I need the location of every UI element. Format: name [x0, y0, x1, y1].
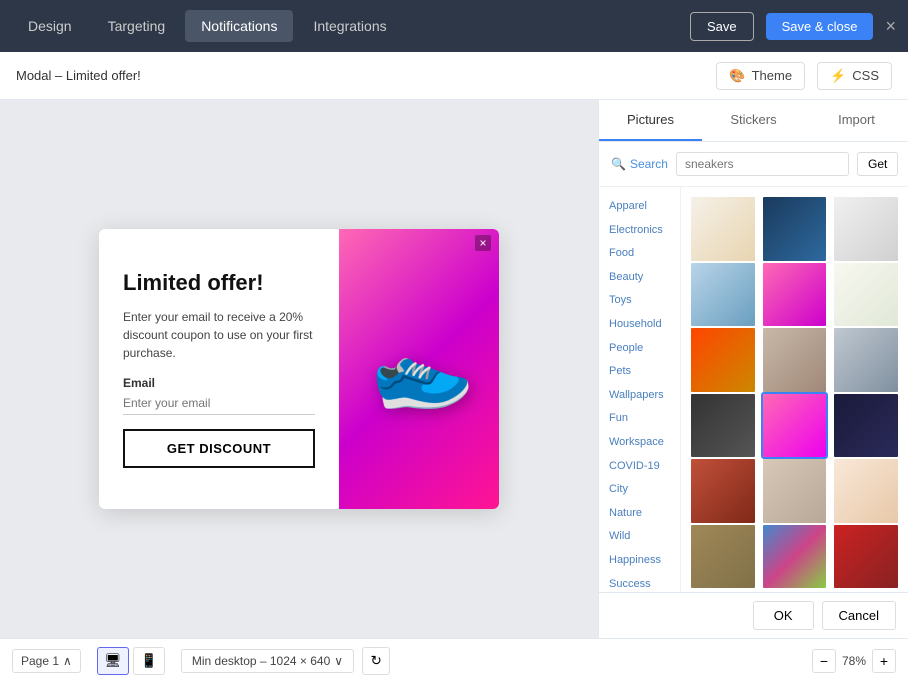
image-cell[interactable] — [689, 326, 757, 394]
search-icon: 🔍 — [611, 157, 626, 171]
categories-list: ApparelElectronicsFoodBeautyToysHousehol… — [599, 187, 681, 592]
nav-tab-notifications[interactable]: Notifications — [185, 10, 293, 42]
zoom-in-button[interactable]: + — [872, 649, 896, 673]
zoom-controls: − 78% + — [812, 649, 896, 673]
image-cell[interactable] — [761, 195, 829, 263]
page-indicator[interactable]: Page 1 ∧ — [12, 649, 81, 673]
nav-tab-integrations[interactable]: Integrations — [297, 10, 402, 42]
modal-title-label: Modal – Limited offer! — [16, 68, 704, 83]
category-item[interactable]: Household — [603, 313, 676, 337]
chevron-up-icon: ∧ — [63, 654, 72, 668]
device-icons: 🖥 📱 — [97, 647, 165, 675]
category-item[interactable]: Beauty — [603, 266, 676, 290]
chevron-down-icon: ∨ — [334, 654, 343, 668]
search-row: 🔍 Search Get — [599, 142, 908, 187]
image-cell[interactable] — [832, 261, 900, 329]
image-cell[interactable] — [761, 261, 829, 329]
category-item[interactable]: COVID-19 — [603, 455, 676, 479]
category-item[interactable]: Food — [603, 242, 676, 266]
category-item[interactable]: Apparel — [603, 195, 676, 219]
close-button[interactable]: × — [885, 16, 896, 37]
tab-stickers[interactable]: Stickers — [702, 100, 805, 141]
mobile-icon: 📱 — [141, 653, 158, 669]
cancel-button[interactable]: Cancel — [822, 601, 896, 630]
search-input[interactable] — [676, 152, 849, 176]
desktop-icon: 🖥 — [104, 653, 121, 669]
image-cell[interactable] — [761, 326, 829, 394]
modal-offer-title: Limited offer! — [123, 270, 315, 296]
rotate-button[interactable]: ↻ — [362, 647, 390, 675]
image-cell[interactable] — [689, 523, 757, 591]
sneaker-image: 👟 — [359, 311, 480, 428]
category-item[interactable]: City — [603, 478, 676, 502]
toolbar: Modal – Limited offer! 🎨 Theme ⚡ CSS — [0, 52, 908, 100]
image-cell[interactable] — [689, 457, 757, 525]
category-item[interactable]: Success — [603, 573, 676, 593]
image-cell[interactable] — [761, 523, 829, 591]
theme-icon: 🎨 — [729, 68, 745, 84]
category-item[interactable]: Pets — [603, 360, 676, 384]
category-item[interactable]: Nature — [603, 502, 676, 526]
top-nav: Design Targeting Notifications Integrati… — [0, 0, 908, 52]
nav-tab-design[interactable]: Design — [12, 10, 88, 42]
image-cell[interactable] — [689, 195, 757, 263]
css-icon: ⚡ — [830, 68, 846, 84]
modal-description: Enter your email to receive a 20% discou… — [123, 308, 315, 362]
tab-import[interactable]: Import — [805, 100, 908, 141]
image-grid — [681, 187, 908, 592]
panel-tabs: Pictures Stickers Import — [599, 100, 908, 142]
modal-right-image: × 👟 — [339, 229, 499, 509]
ok-button[interactable]: OK — [753, 601, 814, 630]
image-cell[interactable] — [832, 392, 900, 460]
category-item[interactable]: Fun — [603, 407, 676, 431]
modal-card: Limited offer! Enter your email to recei… — [99, 229, 499, 509]
modal-email-label: Email — [123, 376, 315, 390]
category-item[interactable]: Wild — [603, 525, 676, 549]
desktop-button[interactable]: 🖥 — [97, 647, 129, 675]
modal-left: Limited offer! Enter your email to recei… — [99, 229, 339, 509]
mobile-button[interactable]: 📱 — [133, 647, 165, 675]
zoom-label: 78% — [842, 654, 866, 668]
search-label: 🔍 Search — [611, 157, 668, 171]
modal-close-icon[interactable]: × — [475, 235, 491, 251]
panel-content: ApparelElectronicsFoodBeautyToysHousehol… — [599, 187, 908, 592]
image-cell[interactable] — [832, 195, 900, 263]
page-label: Page 1 — [21, 654, 59, 668]
main-area: Limited offer! Enter your email to recei… — [0, 100, 908, 638]
category-item[interactable]: Toys — [603, 289, 676, 313]
category-item[interactable]: Electronics — [603, 219, 676, 243]
image-cell[interactable] — [832, 523, 900, 591]
right-panel: Pictures Stickers Import 🔍 Search Get Ap… — [598, 100, 908, 638]
category-item[interactable]: Happiness — [603, 549, 676, 573]
resolution-label: Min desktop – 1024 × 640 — [192, 654, 330, 668]
get-button[interactable]: Get — [857, 152, 898, 176]
image-cell[interactable] — [689, 261, 757, 329]
image-cell[interactable] — [761, 392, 829, 460]
image-cell[interactable] — [689, 392, 757, 460]
tab-pictures[interactable]: Pictures — [599, 100, 702, 141]
category-item[interactable]: People — [603, 337, 676, 361]
zoom-out-button[interactable]: − — [812, 649, 836, 673]
theme-label: Theme — [752, 68, 792, 83]
canvas-area[interactable]: Limited offer! Enter your email to recei… — [0, 100, 598, 638]
css-label: CSS — [852, 68, 879, 83]
bottom-bar: Page 1 ∧ 🖥 📱 Min desktop – 1024 × 640 ∨ … — [0, 638, 908, 682]
image-cell[interactable] — [761, 457, 829, 525]
image-cell[interactable] — [832, 326, 900, 394]
category-item[interactable]: Wallpapers — [603, 384, 676, 408]
resolution-selector[interactable]: Min desktop – 1024 × 640 ∨ — [181, 649, 354, 673]
panel-footer: OK Cancel — [599, 592, 908, 638]
css-button[interactable]: ⚡ CSS — [817, 62, 892, 90]
save-button[interactable]: Save — [690, 12, 754, 41]
nav-tab-targeting[interactable]: Targeting — [92, 10, 182, 42]
save-close-button[interactable]: Save & close — [766, 13, 874, 40]
modal-cta-button[interactable]: GET DISCOUNT — [123, 429, 315, 468]
modal-email-input[interactable] — [123, 396, 315, 415]
category-item[interactable]: Workspace — [603, 431, 676, 455]
image-cell[interactable] — [832, 457, 900, 525]
rotate-icon: ↻ — [370, 653, 381, 669]
theme-button[interactable]: 🎨 Theme — [716, 62, 805, 90]
